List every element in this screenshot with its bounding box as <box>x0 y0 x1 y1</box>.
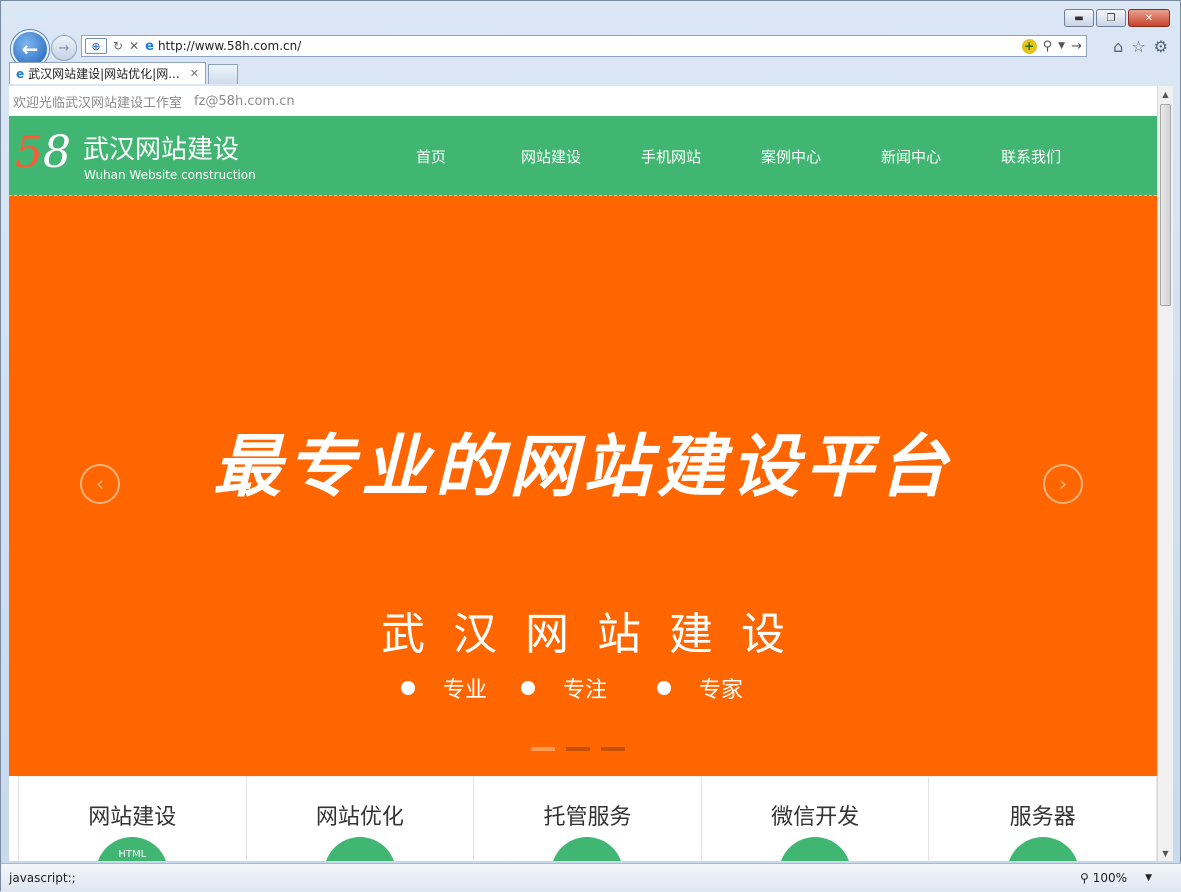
service-website-building[interactable]: 网站建设 HTML <box>18 777 247 861</box>
chevron-right-icon: › <box>1058 471 1068 497</box>
bullet-item: 专业 <box>401 672 487 704</box>
nav-contact[interactable]: 联系我们 <box>971 146 1091 167</box>
pager-dot-2[interactable] <box>566 747 590 751</box>
address-bar[interactable]: ⊕ ↻ ✕ e http://www.58h.com.cn/ + ⚲ ▼ → <box>81 35 1087 57</box>
dropdown-arrow-icon[interactable]: ▼ <box>1058 41 1065 51</box>
logo-subtitle: Wuhan Website construction <box>84 168 256 182</box>
scroll-down-icon[interactable]: ▼ <box>1158 845 1173 861</box>
service-name: 网站建设 <box>88 805 177 830</box>
wechat-icon <box>779 837 852 861</box>
tab-strip: e 武汉网站建设|网站优化|网... ✕ <box>9 62 238 85</box>
bullet-text: 专家 <box>699 678 744 703</box>
hosting-icon <box>551 837 624 861</box>
nav-cases[interactable]: 案例中心 <box>731 146 851 167</box>
service-server[interactable]: 服务器 <box>929 777 1157 861</box>
nav-news[interactable]: 新闻中心 <box>851 146 971 167</box>
banner-next-button[interactable]: › <box>1043 464 1083 504</box>
service-hosting[interactable]: 托管服务 <box>474 777 702 861</box>
service-name: 网站优化 <box>315 805 404 830</box>
banner-bullets: 专业 专注 专家 <box>401 672 743 704</box>
logo-digit-eight: 8 <box>43 127 71 178</box>
vertical-scrollbar[interactable]: ▲ ▼ <box>1157 86 1173 861</box>
tab-active[interactable]: e 武汉网站建设|网站优化|网... ✕ <box>9 62 206 84</box>
home-icon[interactable]: ⌂ <box>1113 37 1123 56</box>
bullet-dot-icon <box>657 681 672 695</box>
scrollbar-thumb[interactable] <box>1160 104 1171 306</box>
service-seo[interactable]: 网站优化 <box>247 777 475 861</box>
nav-website-building[interactable]: 网站建设 <box>491 146 611 167</box>
browser-toolbar: ⌂ ☆ ⚙ <box>1113 37 1168 56</box>
zoom-control[interactable]: ⚲ 100% ▼ <box>1080 871 1152 885</box>
logo-digit-five: 5 <box>15 127 43 178</box>
window-controls: ▬ ❐ ✕ <box>1064 9 1170 27</box>
addon-plus-icon[interactable]: + <box>1021 38 1037 54</box>
service-name: 托管服务 <box>543 805 632 830</box>
bullet-text: 专业 <box>443 678 488 703</box>
services-row: 网站建设 HTML 网站优化 托管服务 微信开发 服务器 <box>18 776 1157 861</box>
page-viewport: 欢迎光临武汉网站建设工作室 fz@58h.com.cn 58 武汉网站建设 Wu… <box>9 86 1157 861</box>
arrow-right-icon: → <box>58 40 70 56</box>
nav-home[interactable]: 首页 <box>371 146 491 167</box>
status-bar: javascript:; ⚲ 100% ▼ <box>1 863 1181 892</box>
pager-dot-1[interactable] <box>531 747 555 751</box>
banner-pager <box>531 747 625 751</box>
stop-icon[interactable]: ✕ <box>129 39 139 53</box>
main-nav: 首页 网站建设 手机网站 案例中心 新闻中心 联系我们 <box>371 146 1091 167</box>
service-wechat[interactable]: 微信开发 <box>702 777 930 861</box>
tab-close-icon[interactable]: ✕ <box>190 67 199 80</box>
tab-title: 武汉网站建设|网站优化|网... <box>28 67 180 81</box>
minimize-button[interactable]: ▬ <box>1064 9 1094 27</box>
ie-tab-icon: e <box>16 66 25 81</box>
maximize-button[interactable]: ❐ <box>1096 9 1126 27</box>
search-icon[interactable]: ⚲ <box>1043 39 1053 54</box>
pager-dot-3[interactable] <box>601 747 625 751</box>
bullet-item: 专注 <box>521 672 607 704</box>
site-topbar: 欢迎光临武汉网站建设工作室 fz@58h.com.cn <box>9 86 1157 116</box>
server-icon <box>1006 837 1079 861</box>
bullet-text: 专注 <box>563 678 608 703</box>
service-name: 服务器 <box>1009 805 1076 830</box>
service-name: 微信开发 <box>771 805 860 830</box>
close-window-button[interactable]: ✕ <box>1128 9 1170 27</box>
hero-banner: 最专业的网站建设平台 ‹ › 武汉网站建设 专业 专注 专家 <box>9 196 1157 776</box>
banner-prev-button[interactable]: ‹ <box>80 464 120 504</box>
site-header: 58 武汉网站建设 Wuhan Website construction 首页 … <box>9 116 1157 196</box>
scroll-up-icon[interactable]: ▲ <box>1158 86 1173 102</box>
url-text[interactable]: http://www.58h.com.cn/ <box>158 39 301 53</box>
settings-gear-icon[interactable]: ⚙ <box>1154 37 1168 56</box>
chevron-left-icon: ‹ <box>95 471 105 497</box>
monitor-icon <box>323 837 396 861</box>
zoom-magnifier-icon: ⚲ <box>1079 871 1089 885</box>
contact-email: fz@58h.com.cn <box>194 93 295 109</box>
browser-window: ▬ ❐ ✕ ← → ⊕ ↻ ✕ e http://www.58h.com.cn/… <box>0 0 1181 892</box>
zoom-level: 100% <box>1092 871 1128 885</box>
status-text: javascript:; <box>9 871 76 885</box>
logo-title[interactable]: 武汉网站建设 <box>83 134 239 166</box>
new-tab-button[interactable] <box>208 64 238 84</box>
compatibility-view-icon[interactable]: ⊕ <box>85 38 107 54</box>
go-arrow-icon[interactable]: → <box>1071 39 1082 54</box>
banner-subtitle: 武汉网站建设 <box>381 609 813 660</box>
bullet-dot-icon <box>401 681 415 695</box>
arrow-left-icon: ← <box>21 37 39 61</box>
refresh-icon[interactable]: ↻ <box>113 39 123 53</box>
favorites-star-icon[interactable]: ☆ <box>1131 37 1145 56</box>
forward-button[interactable]: → <box>51 35 77 61</box>
bullet-item: 专家 <box>657 672 743 704</box>
nav-mobile-site[interactable]: 手机网站 <box>611 146 731 167</box>
logo-mark[interactable]: 58 <box>15 128 71 178</box>
ie-page-icon: e <box>145 38 154 54</box>
zoom-dropdown-icon[interactable]: ▼ <box>1145 873 1152 883</box>
html-icon: HTML <box>96 837 169 861</box>
welcome-text: 欢迎光临武汉网站建设工作室 <box>13 95 183 111</box>
bullet-dot-icon <box>521 681 536 695</box>
banner-slogan: 最专业的网站建设平台 <box>212 427 953 507</box>
